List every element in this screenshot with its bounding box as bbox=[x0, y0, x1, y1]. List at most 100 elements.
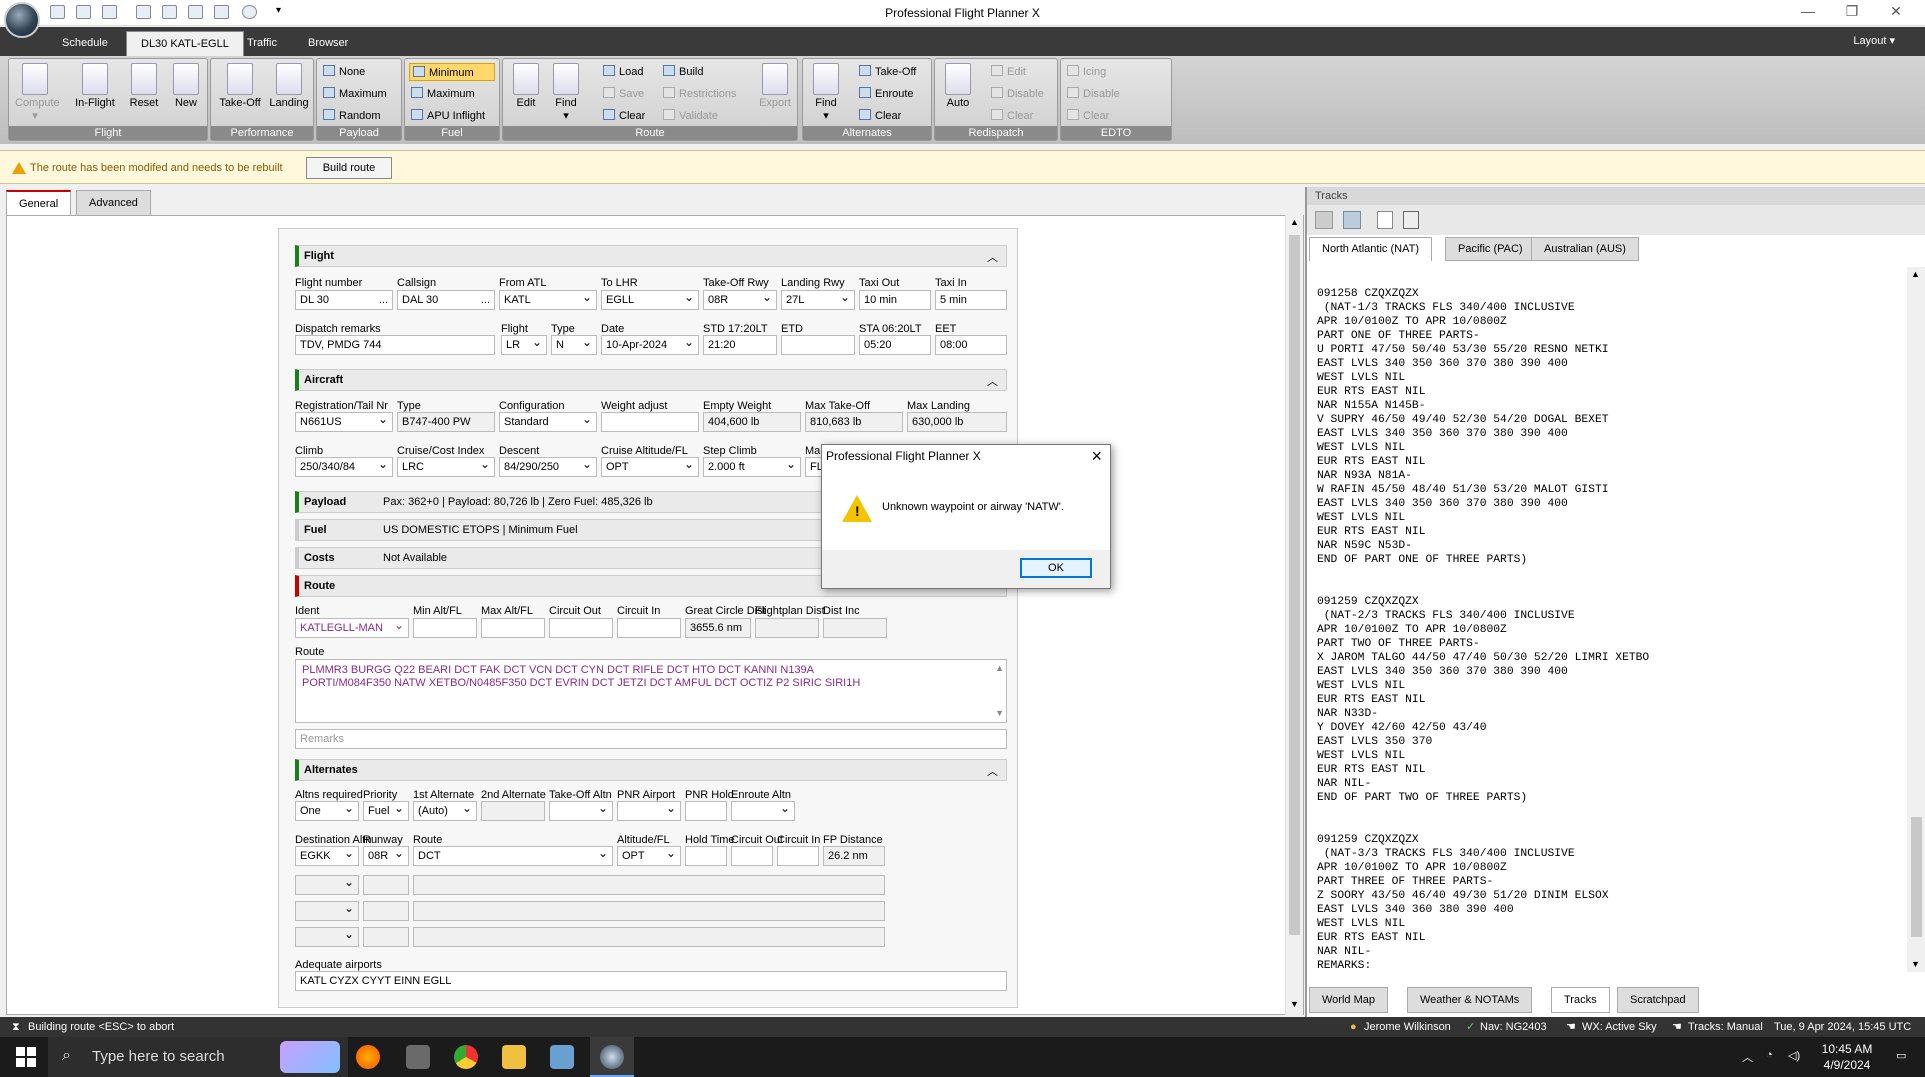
dispatch-remarks-field[interactable]: TDV, PMDG 744 bbox=[295, 335, 495, 355]
redispatch-edit-button[interactable]: Edit bbox=[991, 63, 1026, 81]
priority-select[interactable]: Fuel bbox=[363, 801, 409, 821]
tab-tracks[interactable]: Tracks bbox=[1551, 987, 1610, 1013]
taskbar-clock[interactable]: 10:45 AM 4/9/2024 bbox=[1812, 1041, 1882, 1073]
registration-select[interactable]: N661US bbox=[295, 412, 393, 432]
eet-field[interactable]: 08:00 bbox=[935, 335, 1007, 355]
pnr-hold-field[interactable] bbox=[685, 801, 727, 821]
pfpx-taskbar-button[interactable] bbox=[590, 1037, 634, 1077]
tab-pac-tracks[interactable]: Pacific (PAC) bbox=[1445, 237, 1536, 261]
edto-clear-button[interactable]: Clear bbox=[1067, 107, 1109, 125]
altn-circuit-out-field[interactable] bbox=[731, 846, 773, 866]
climb-select[interactable]: 250/340/84 bbox=[295, 457, 393, 477]
reset-button[interactable]: Reset bbox=[127, 63, 161, 109]
section-aircraft-header[interactable]: Aircraft ︿ bbox=[295, 369, 1007, 391]
payload-random-button[interactable]: Random bbox=[323, 107, 381, 125]
date-picker[interactable]: 10-Apr-2024 bbox=[601, 335, 699, 355]
route-string-textarea[interactable]: PLMMR3 BURGG Q22 BEARI DCT FAK DCT VCN D… bbox=[295, 659, 1007, 723]
tab-schedule[interactable]: Schedule bbox=[48, 31, 122, 56]
extra-altn-select-1[interactable] bbox=[295, 875, 359, 895]
alternates-find-button[interactable]: Find ▾ bbox=[809, 63, 843, 122]
tracks-scrollbar[interactable]: ▲ ▼ bbox=[1907, 267, 1925, 972]
takeoff-perf-button[interactable]: Take-Off bbox=[217, 63, 263, 109]
descent-select[interactable]: 84/290/250 bbox=[499, 457, 597, 477]
route-restrictions-button[interactable]: Restrictions bbox=[663, 85, 736, 103]
taxi-in-field[interactable]: 5 min bbox=[935, 290, 1007, 310]
edto-disable-button[interactable]: Disable bbox=[1067, 85, 1120, 103]
flight-type-select[interactable]: N bbox=[551, 335, 597, 355]
destination-altn-select[interactable]: EGKK bbox=[295, 846, 359, 866]
tab-browser[interactable]: Browser bbox=[294, 31, 362, 56]
redispatch-clear-button[interactable]: Clear bbox=[991, 107, 1033, 125]
takeoff-altn-select[interactable] bbox=[549, 801, 613, 821]
edto-icing-button[interactable]: Icing bbox=[1067, 63, 1106, 81]
apu-inflight-button[interactable]: APU Inflight bbox=[411, 107, 485, 125]
route-clear-button[interactable]: Clear bbox=[603, 107, 645, 125]
route-scroll-up-icon[interactable]: ▲ bbox=[995, 662, 1004, 675]
alternates-takeoff-button[interactable]: Take-Off bbox=[859, 63, 916, 81]
configuration-select[interactable]: Standard bbox=[499, 412, 597, 432]
close-window-button[interactable]: ✕ bbox=[1878, 0, 1914, 24]
to-airport-select[interactable]: EGLL bbox=[601, 290, 699, 310]
extra-altn-select-3[interactable] bbox=[295, 927, 359, 947]
altns-required-select[interactable]: One bbox=[295, 801, 359, 821]
tab-general[interactable]: General bbox=[6, 190, 72, 216]
callsign-field[interactable]: DAL 30... bbox=[397, 290, 495, 310]
route-find-button[interactable]: Find ▾ bbox=[549, 63, 583, 122]
route-ident-select[interactable]: KATLEGLL-MAN bbox=[295, 618, 409, 638]
minimize-button[interactable]: — bbox=[1790, 0, 1826, 24]
circuit-out-field[interactable] bbox=[549, 618, 613, 638]
payload-none-button[interactable]: None bbox=[323, 63, 365, 81]
calculator-icon[interactable] bbox=[406, 1045, 430, 1069]
volume-icon[interactable]: ◁) bbox=[1788, 1049, 1800, 1062]
tab-flight-dl30[interactable]: DL30 KATL-EGLL bbox=[126, 31, 244, 56]
windows-start-icon[interactable] bbox=[16, 1047, 36, 1067]
paste-icon[interactable] bbox=[1403, 211, 1419, 229]
enroute-altn-select[interactable] bbox=[731, 801, 795, 821]
file-explorer-icon[interactable] bbox=[502, 1045, 526, 1069]
firefox-icon[interactable] bbox=[356, 1045, 380, 1069]
tab-traffic[interactable]: Traffic bbox=[233, 31, 291, 56]
altn-route-select[interactable]: DCT bbox=[413, 846, 613, 866]
landing-rwy-select[interactable]: 27L bbox=[781, 290, 855, 310]
std-field[interactable]: 21:20 bbox=[703, 335, 777, 355]
restore-button[interactable]: ❐ bbox=[1834, 0, 1870, 24]
takeoff-rwy-select[interactable]: 08R bbox=[703, 290, 777, 310]
compute-button[interactable]: Compute ▾ bbox=[15, 63, 60, 122]
left-scrollbar[interactable]: ▲ ▼ bbox=[1285, 215, 1303, 1015]
cruise-ci-select[interactable]: LRC bbox=[397, 457, 495, 477]
alternates-clear-button[interactable]: Clear bbox=[859, 107, 901, 125]
layout-menu[interactable]: Layout ▾ bbox=[1853, 34, 1895, 47]
tab-scratchpad[interactable]: Scratchpad bbox=[1617, 987, 1699, 1013]
route-save-button[interactable]: Save bbox=[603, 85, 644, 103]
cruise-alt-select[interactable]: OPT bbox=[601, 457, 699, 477]
route-edit-button[interactable]: Edit bbox=[509, 63, 543, 109]
altn-circuit-in-field[interactable] bbox=[777, 846, 819, 866]
dialog-ok-button[interactable]: OK bbox=[1020, 558, 1092, 578]
tracks-scroll-thumb[interactable] bbox=[1911, 817, 1922, 937]
remarks-field[interactable]: Remarks bbox=[295, 729, 1007, 749]
payload-maximum-button[interactable]: Maximum bbox=[323, 85, 387, 103]
extra-altn-select-2[interactable] bbox=[295, 901, 359, 921]
redispatch-auto-button[interactable]: Auto bbox=[941, 63, 975, 109]
fuel-minimum-button[interactable]: Minimum bbox=[409, 63, 495, 81]
app-logo-icon[interactable] bbox=[4, 2, 40, 38]
tray-chevron-icon[interactable]: ︿ bbox=[1742, 1049, 1753, 1065]
alternates-enroute-button[interactable]: Enroute bbox=[859, 85, 914, 103]
tab-weather-notams[interactable]: Weather & NOTAMs bbox=[1407, 987, 1533, 1013]
from-airport-select[interactable]: KATL bbox=[499, 290, 597, 310]
min-alt-field[interactable] bbox=[413, 618, 477, 638]
route-build-button[interactable]: Build bbox=[663, 63, 703, 81]
taxi-out-field[interactable]: 10 min bbox=[859, 290, 931, 310]
nat-tracks-text[interactable]: 091258 CZQXZQZX (NAT-1/3 TRACKS FLS 340/… bbox=[1317, 287, 1897, 973]
tab-advanced[interactable]: Advanced bbox=[76, 190, 151, 216]
fuel-maximum-button[interactable]: Maximum bbox=[411, 85, 475, 103]
status-nav[interactable]: Nav: NG2403 bbox=[1480, 1017, 1547, 1037]
tab-world-map[interactable]: World Map bbox=[1309, 987, 1388, 1013]
tab-nat-tracks[interactable]: North Atlantic (NAT) bbox=[1309, 237, 1432, 261]
notification-icon[interactable]: ▭ bbox=[1896, 1049, 1906, 1062]
app-window-icon[interactable] bbox=[550, 1045, 574, 1069]
circuit-in-field[interactable] bbox=[617, 618, 681, 638]
hold-time-field[interactable] bbox=[685, 846, 727, 866]
network-icon[interactable]: ◔ bbox=[1766, 1049, 1773, 1061]
altn-runway-select[interactable]: 08R bbox=[363, 846, 409, 866]
